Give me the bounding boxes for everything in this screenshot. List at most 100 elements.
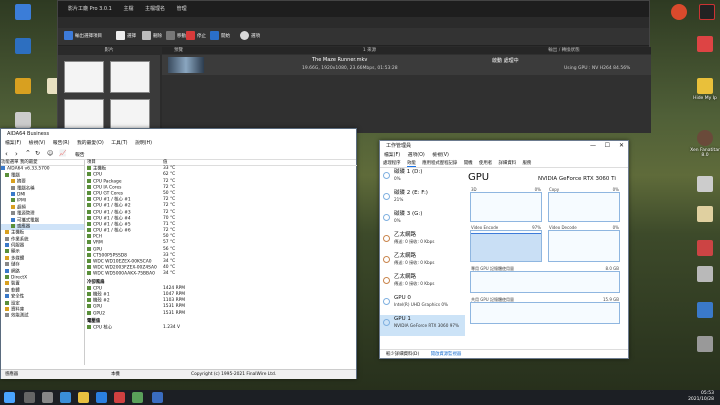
desktop-icon[interactable]	[664, 4, 694, 22]
resource-item[interactable]: 乙太網路 傳送: 0 接收: 0 Kbps	[380, 231, 465, 252]
resource-item[interactable]: GPU 0 Intel(R) UHD Graphics 0%	[380, 294, 465, 315]
maximize-icon[interactable]: ☐	[605, 141, 610, 151]
start-icon[interactable]	[4, 392, 15, 403]
resource-item[interactable]: 磁碟 1 (D:) 0%	[380, 168, 465, 189]
aida-titlebar: AIDA64 Business	[1, 129, 356, 139]
stop-button[interactable]: 停止	[186, 31, 206, 43]
forward-icon[interactable]: ›	[15, 150, 18, 158]
desktop-icon[interactable]	[692, 4, 720, 22]
search-icon[interactable]	[24, 392, 35, 403]
desktop-icon[interactable]	[690, 176, 720, 194]
sensor-row[interactable]: GPU2 1531 RPM	[87, 310, 357, 317]
chart-icon[interactable]: 📈	[59, 150, 66, 157]
fewer-details-link[interactable]: 較少詳細資料(D)	[386, 352, 419, 357]
resource-item[interactable]: 乙太網路 傳送: 0 接收: 0 Kbps	[380, 273, 465, 294]
aida-menu-item[interactable]: 我的最愛(O)	[77, 141, 104, 146]
stop-label: 停止	[197, 34, 206, 39]
sensor-icon	[87, 215, 91, 220]
resource-item[interactable]: 磁碟 3 (G:) 0%	[380, 210, 465, 231]
tab-users[interactable]: 使用者	[479, 161, 492, 166]
tab-menu[interactable]: 功能選單	[1, 160, 19, 165]
choose-icon	[116, 31, 125, 40]
sensor-row[interactable]: CPU 核心 1.234 V	[87, 324, 357, 331]
category-tile[interactable]	[64, 61, 104, 93]
sensor-name: CPU #1 / 核心 #5	[93, 222, 131, 228]
resource-item[interactable]: GPU 1 NVIDIA GeForce RTX 3060 97%	[380, 315, 465, 336]
aida-menu-item[interactable]: 檔案(F)	[5, 141, 21, 146]
tree-item-label: DMI	[17, 192, 26, 198]
settings-button[interactable]: 選項	[240, 31, 260, 43]
start-icon	[210, 31, 219, 40]
category-tile[interactable]	[110, 99, 150, 131]
desktop-icon[interactable]	[690, 336, 720, 354]
aida-menu-item[interactable]: 工具(T)	[111, 141, 127, 146]
add-output-button[interactable]: 輸出選擇項目	[64, 31, 102, 43]
taskbar-app-icon[interactable]	[96, 392, 107, 403]
converter-menu-item[interactable]: 主檔理名	[145, 6, 165, 12]
resource-item[interactable]: 磁碟 2 (E: F:) 21%	[380, 189, 465, 210]
resource-monitor-link[interactable]: 開啟資源監視器	[431, 352, 462, 357]
desktop-icon[interactable]	[8, 78, 38, 96]
start-button[interactable]: 開始	[210, 31, 230, 43]
back-icon[interactable]: ‹	[5, 150, 8, 158]
report-button[interactable]: 報告	[75, 151, 85, 158]
clock[interactable]: 05:53 2021/10/28	[688, 391, 714, 403]
desktop-icon[interactable]	[8, 4, 38, 22]
desktop-icon[interactable]	[690, 240, 720, 258]
delete-button[interactable]: 刪除	[142, 31, 162, 43]
desktop-icon[interactable]	[8, 38, 38, 56]
desktop-icon-xen[interactable]: Xen Fanatitar 8.0	[690, 130, 720, 158]
tab-startup[interactable]: 開機	[464, 161, 473, 166]
column-preview[interactable]: 預覽	[162, 47, 262, 54]
column-source[interactable]: 1 來源	[262, 47, 477, 54]
category-tile[interactable]	[110, 61, 150, 93]
refresh-icon[interactable]: ↻	[35, 150, 40, 157]
sensor-name: CPU #1 / 核心 #6	[93, 228, 131, 234]
sensor-name: CT500P5PSSD8	[93, 253, 127, 259]
aida-menu-item[interactable]: 報告(R)	[53, 141, 70, 146]
tab-app-history[interactable]: 應用程式歷程記錄	[422, 161, 457, 166]
desktop-icon[interactable]	[690, 206, 720, 224]
user-icon[interactable]: ☺	[47, 150, 53, 157]
desktop-icon[interactable]	[690, 36, 720, 54]
tm-menu-item[interactable]: 檢視(V)	[432, 153, 449, 158]
tab-details[interactable]: 詳細資料	[499, 161, 517, 166]
add-output-label: 輸出選擇項目	[75, 34, 102, 39]
move-icon	[166, 31, 175, 40]
taskbar-app-icon[interactable]	[132, 392, 143, 403]
aida-menu-item[interactable]: 說明(H)	[135, 141, 152, 146]
tab-services[interactable]: 服務	[523, 161, 532, 166]
tab-performance[interactable]: 效能	[406, 161, 416, 167]
resource-graph-icon	[383, 235, 390, 242]
task-view-icon[interactable]	[42, 392, 53, 403]
tm-menu-item[interactable]: 選項(O)	[408, 153, 425, 158]
tab-processes[interactable]: 處理程序	[383, 161, 401, 166]
choose-button[interactable]: 選擇	[116, 31, 136, 43]
tree-item[interactable]: 效能測試	[1, 313, 84, 319]
sensor-row[interactable]: WDC WD5000AAKX-75BBA0 34 °C	[87, 271, 357, 277]
graph-copy-pct: 0%	[612, 187, 619, 192]
converter-menu-item[interactable]: 管理	[177, 6, 187, 12]
resource-graph-icon	[383, 319, 390, 326]
tab-favorites[interactable]: 我的最愛	[20, 160, 38, 165]
desktop-icon-label: Hide My Ip	[693, 96, 717, 101]
folder-icon[interactable]	[78, 392, 89, 403]
up-icon[interactable]: ⌃	[25, 149, 31, 157]
desktop-icon-hide-my-ip[interactable]: Hide My Ip	[690, 78, 720, 101]
close-icon[interactable]: ✕	[619, 141, 624, 151]
aida-menu-item[interactable]: 檢視(V)	[29, 141, 46, 146]
file-row[interactable]: The Maze Runner.mkv 19.66G, 1920x1080, 2…	[162, 55, 651, 75]
desktop-icon[interactable]	[690, 302, 720, 320]
tm-menu-item[interactable]: 檔案(F)	[384, 153, 400, 158]
column-item[interactable]: 項目	[87, 160, 96, 165]
move-button[interactable]: 移動	[166, 31, 186, 43]
edge-icon[interactable]	[60, 392, 71, 403]
column-output[interactable]: 輸出 / 轉換狀態	[477, 47, 651, 54]
minimize-icon[interactable]: —	[590, 141, 596, 151]
taskbar-app-icon[interactable]	[114, 392, 125, 403]
aida64-taskbar-icon[interactable]	[152, 392, 163, 403]
resource-item[interactable]: 乙太網路 傳送: 0 接收: 0 Kbps	[380, 252, 465, 273]
desktop-icon[interactable]	[690, 266, 720, 284]
category-tile[interactable]	[64, 99, 104, 131]
converter-menu-item[interactable]: 主檔	[123, 6, 133, 12]
